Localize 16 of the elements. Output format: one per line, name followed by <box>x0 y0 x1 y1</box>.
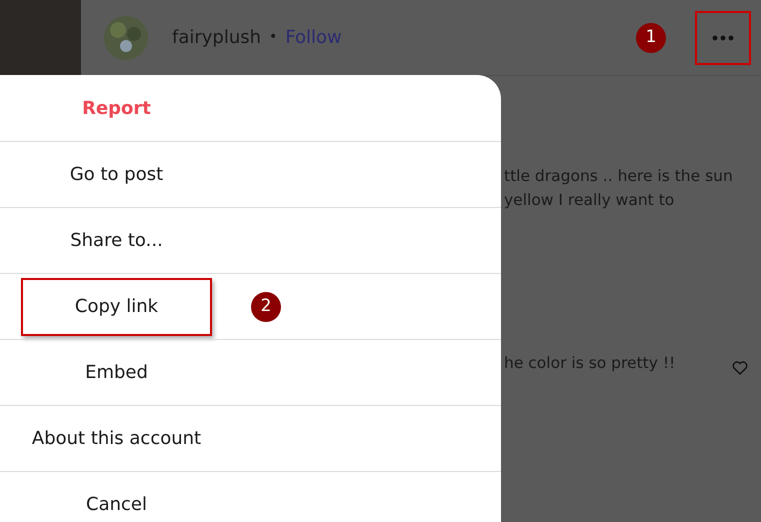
avatar <box>104 16 148 60</box>
menu-item[interactable]: Embed <box>85 359 148 386</box>
heart-icon[interactable] <box>732 361 748 375</box>
step-number-badge: 1 <box>636 22 666 52</box>
menu-item[interactable]: Copy link <box>21 278 212 336</box>
menu-item[interactable]: Share to... <box>70 227 163 254</box>
step-number-badge: 2 <box>251 292 281 322</box>
more-icon <box>712 34 734 40</box>
menu-item[interactable]: Cancel <box>86 491 147 518</box>
menu-item[interactable]: Go to post <box>70 161 164 188</box>
comment-text: yellow I really want to <box>504 190 676 211</box>
menu-item[interactable]: About this account <box>32 425 202 452</box>
menu-item[interactable]: Report <box>82 94 151 122</box>
comment-text: he color is so pretty !! <box>504 353 676 374</box>
comment-text: ttle dragons .. here is the sun <box>504 166 733 187</box>
separator-dot: • <box>269 28 278 47</box>
